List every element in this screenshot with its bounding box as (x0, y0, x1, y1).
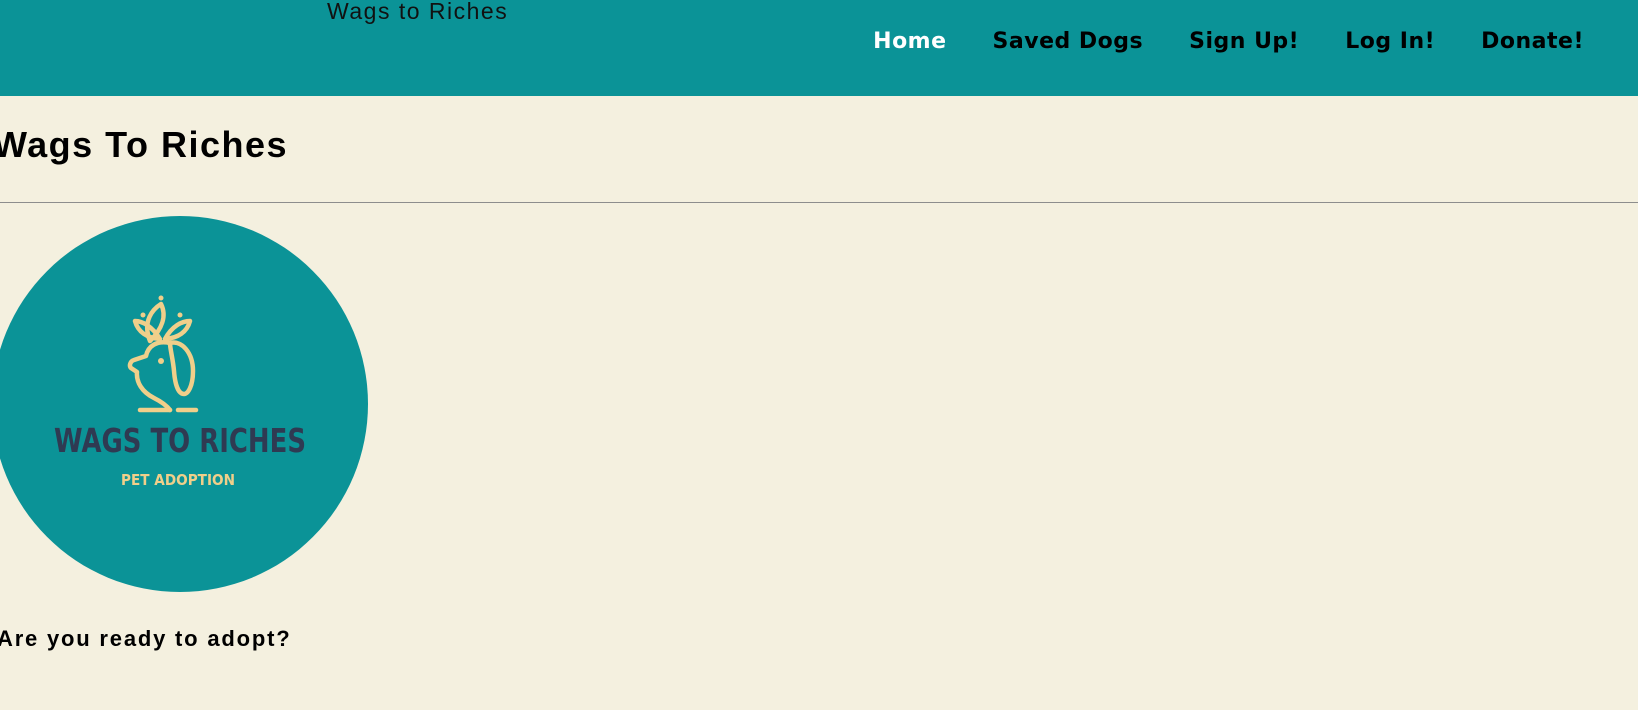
page-title: Wags To Riches (0, 124, 289, 165)
nav-sign-up-link[interactable]: Sign Up! (1189, 29, 1299, 54)
nav-saved-dogs-link[interactable]: Saved Dogs (993, 29, 1144, 54)
main-nav: Home Saved Dogs Sign Up! Log In! Donate! (873, 29, 1584, 54)
tagline: Are you ready to adopt? (0, 626, 292, 651)
logo-subtitle: PET ADOPTION (121, 471, 235, 489)
nav-donate-link[interactable]: Donate! (1481, 29, 1584, 54)
nav-log-in-link[interactable]: Log In! (1345, 29, 1435, 54)
logo-circle (0, 216, 368, 592)
brand-logo: WAGS TO RICHES PET ADOPTION (0, 216, 368, 592)
logo-title: WAGS TO RICHES (54, 421, 306, 460)
site-brand[interactable]: Wags to Riches (327, 0, 508, 25)
dog-eye (158, 358, 164, 364)
site-header: Wags to Riches Home Saved Dogs Sign Up! … (0, 0, 1638, 96)
nav-home-link[interactable]: Home (873, 29, 946, 54)
divider (0, 202, 1638, 203)
